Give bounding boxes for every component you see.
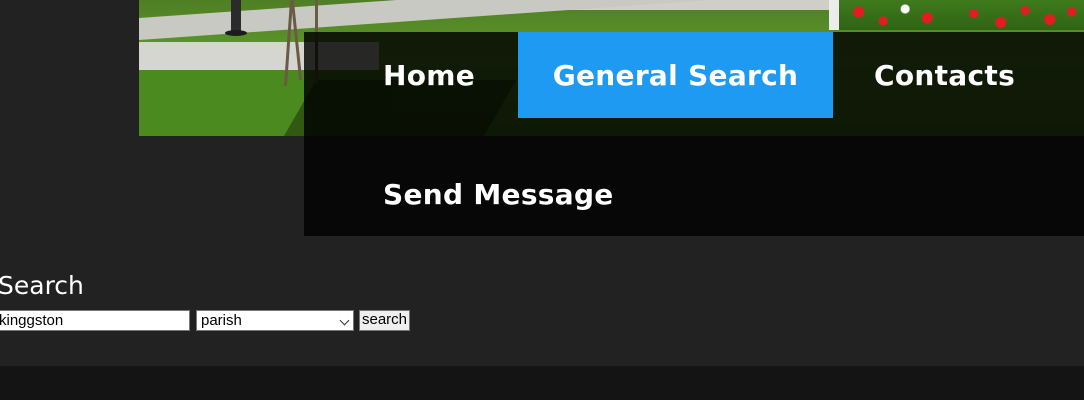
footer bbox=[0, 366, 1084, 400]
search-filter-select[interactable]: parish bbox=[196, 310, 354, 331]
nav-general-search-link[interactable]: General Search bbox=[518, 32, 833, 118]
search-button[interactable]: search bbox=[359, 310, 411, 331]
photo-lamp-post bbox=[231, 0, 241, 34]
chevron-down-icon bbox=[339, 315, 350, 326]
search-filter-selected-value: parish bbox=[201, 312, 242, 329]
nav-contacts-link[interactable]: Contacts bbox=[874, 32, 1015, 118]
nav-send-message-link[interactable]: Send Message bbox=[383, 152, 614, 236]
search-heading: Search bbox=[0, 271, 84, 300]
nav-home-link[interactable]: Home bbox=[383, 32, 475, 118]
photo-lamp-post-base bbox=[225, 30, 247, 36]
search-input[interactable] bbox=[0, 310, 190, 331]
photo-flowers bbox=[839, 0, 1084, 30]
page: Home General Search Contacts Send Messag… bbox=[0, 0, 1084, 400]
